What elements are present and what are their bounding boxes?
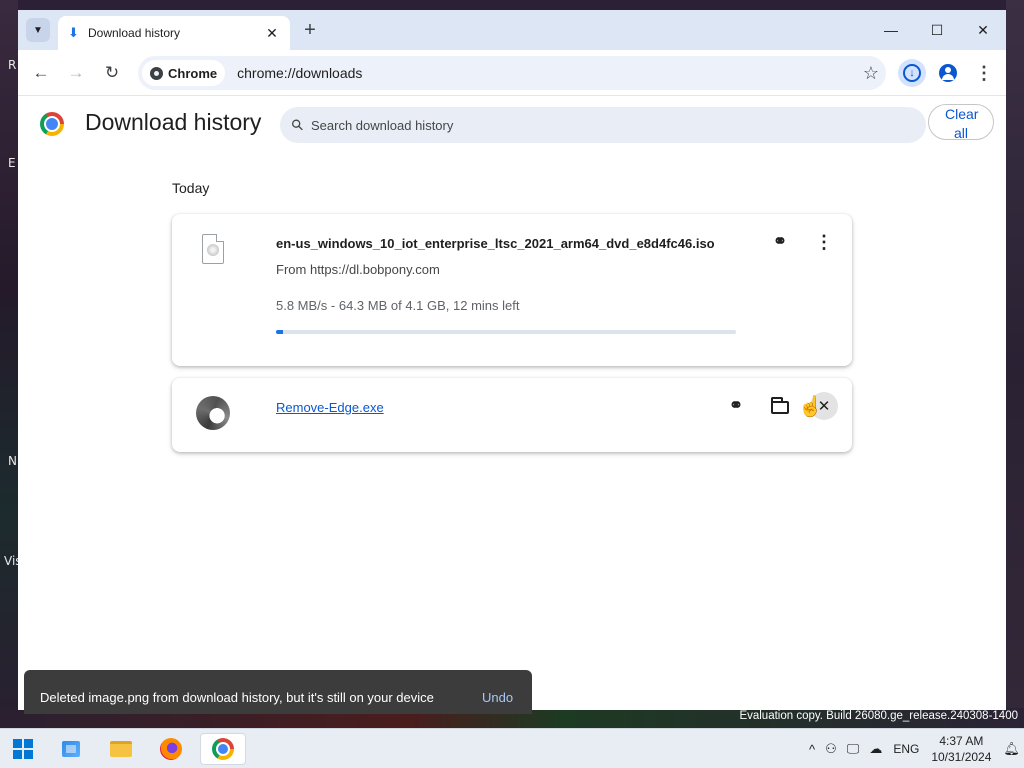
download-item: Remove-Edge.exe ⚭ ✕ xyxy=(172,378,852,452)
desktop-icon-label: R xyxy=(8,58,17,72)
clock-time: 4:37 AM xyxy=(939,734,984,748)
downloads-button[interactable]: ↓ xyxy=(898,59,926,87)
more-actions-button[interactable]: ⋮ xyxy=(810,228,838,256)
download-item: en-us_windows_10_iot_enterprise_ltsc_202… xyxy=(172,214,852,366)
site-info-chip[interactable]: Chrome xyxy=(142,60,226,86)
undo-button[interactable]: Undo xyxy=(482,690,513,705)
clear-all-button[interactable]: Clear all xyxy=(928,104,994,141)
browser-toolbar: ← → ↻ Chrome chrome://downloads ☆ ↓ ⋮ xyxy=(18,50,1006,96)
page-title: Download history xyxy=(85,109,262,135)
edge-icon xyxy=(196,396,230,430)
bookmark-star-icon[interactable]: ☆ xyxy=(856,63,886,84)
reload-button[interactable]: ↻ xyxy=(99,60,125,86)
download-progress-fill xyxy=(276,330,283,334)
maximize-button[interactable]: ☐ xyxy=(914,16,960,44)
chevron-up-icon[interactable]: ^ xyxy=(809,742,815,757)
toast-message: Deleted image.png from download history,… xyxy=(40,690,434,705)
tab-download-history[interactable]: ⬇ Download history ✕ xyxy=(58,16,290,50)
folder-icon xyxy=(771,396,789,414)
tab-search-button[interactable]: ▼ xyxy=(26,18,50,42)
desktop-icon-label: E xyxy=(8,156,16,170)
search-icon: ⚲ xyxy=(287,115,308,136)
evaluation-watermark: Evaluation copy. Build 26080.ge_release.… xyxy=(739,710,1018,722)
clear-all-label-line2: all xyxy=(953,125,968,141)
task-view-icon xyxy=(62,741,80,757)
copy-link-button[interactable]: ⚭ xyxy=(722,392,750,420)
download-icon: ⬇ xyxy=(68,25,79,40)
file-icon xyxy=(202,234,224,264)
desktop-background-right xyxy=(1006,0,1024,728)
download-filename: en-us_windows_10_iot_enterprise_ltsc_202… xyxy=(276,236,715,251)
notification-bell-icon[interactable]: 🔔︎ xyxy=(1003,741,1020,757)
show-in-folder-button[interactable] xyxy=(766,392,794,420)
clear-all-label-line1: Clear xyxy=(945,106,979,122)
back-button[interactable]: ← xyxy=(28,60,54,86)
link-icon: ⚭ xyxy=(728,396,744,415)
from-label: From xyxy=(276,262,307,277)
chevron-down-icon: ▼ xyxy=(33,24,43,36)
firefox-button[interactable] xyxy=(154,733,188,765)
date-header: Today xyxy=(172,180,210,196)
forward-button[interactable]: → xyxy=(63,60,89,86)
desktop-background-left xyxy=(0,0,18,728)
cloud-off-icon[interactable]: ☁ xyxy=(869,741,882,757)
download-source: From https://dl.bobpony.com xyxy=(276,262,440,277)
downloads-page: Download history ⚲ Clear all Today en-us… xyxy=(18,96,1006,710)
search-box[interactable]: ⚲ xyxy=(280,107,926,143)
desktop-icon-label: N xyxy=(8,454,17,468)
network-icon[interactable]: 🖵 xyxy=(847,741,860,757)
more-vertical-icon: ⋮ xyxy=(975,62,993,83)
title-bar: ▼ ⬇ Download history ✕ + — ☐ ✕ xyxy=(18,10,1006,50)
download-progress-icon: ↓ xyxy=(903,64,921,82)
chrome-logo-icon xyxy=(40,112,64,136)
tab-title: Download history xyxy=(88,26,181,40)
file-explorer-button[interactable] xyxy=(104,733,138,765)
task-view-button[interactable] xyxy=(54,733,88,765)
profile-icon xyxy=(939,64,957,82)
battery-saver-icon[interactable]: ⚇ xyxy=(825,741,837,757)
source-url[interactable]: https://dl.bobpony.com xyxy=(310,262,440,277)
clock[interactable]: 4:37 AM 10/31/2024 xyxy=(931,733,991,765)
chrome-menu-button[interactable]: ⋮ xyxy=(970,59,998,87)
chrome-icon xyxy=(212,738,234,760)
link-icon: ⚭ xyxy=(772,232,788,251)
page-header: Download history ⚲ Clear all xyxy=(18,96,1006,154)
close-window-button[interactable]: ✕ xyxy=(960,16,1006,44)
more-vertical-icon: ⋮ xyxy=(815,231,833,252)
close-tab-icon[interactable]: ✕ xyxy=(264,25,280,42)
profile-button[interactable] xyxy=(934,59,962,87)
remove-from-list-button[interactable]: ✕ xyxy=(810,392,838,420)
chrome-taskbar-button[interactable] xyxy=(200,733,246,765)
folder-icon xyxy=(110,741,132,757)
address-bar[interactable]: Chrome chrome://downloads ☆ xyxy=(138,56,886,90)
windows-logo-icon xyxy=(13,739,33,759)
download-status: 5.8 MB/s - 64.3 MB of 4.1 GB, 12 mins le… xyxy=(276,298,520,313)
new-tab-button[interactable]: + xyxy=(298,19,322,43)
url-text[interactable]: chrome://downloads xyxy=(237,65,856,81)
copy-link-button[interactable]: ⚭ xyxy=(766,228,794,256)
toast-notification: Deleted image.png from download history,… xyxy=(24,670,532,714)
input-language[interactable]: ENG xyxy=(893,742,919,756)
search-input[interactable] xyxy=(311,117,871,133)
system-tray: ^ ⚇ 🖵 ☁ ENG 4:37 AM 10/31/2024 🔔︎ xyxy=(804,729,1020,768)
browser-window: ▼ ⬇ Download history ✕ + — ☐ ✕ ← → ↻ Chr… xyxy=(18,10,1006,710)
site-chip-label: Chrome xyxy=(168,65,218,81)
close-icon: ✕ xyxy=(817,398,831,415)
clock-date: 10/31/2024 xyxy=(931,750,992,764)
start-button[interactable] xyxy=(6,733,40,765)
chrome-icon xyxy=(150,66,163,80)
download-filename-link[interactable]: Remove-Edge.exe xyxy=(276,400,384,415)
firefox-icon xyxy=(160,738,182,760)
taskbar: ^ ⚇ 🖵 ☁ ENG 4:37 AM 10/31/2024 🔔︎ xyxy=(0,728,1024,768)
minimize-button[interactable]: — xyxy=(868,16,914,44)
download-progress-bar xyxy=(276,330,736,334)
